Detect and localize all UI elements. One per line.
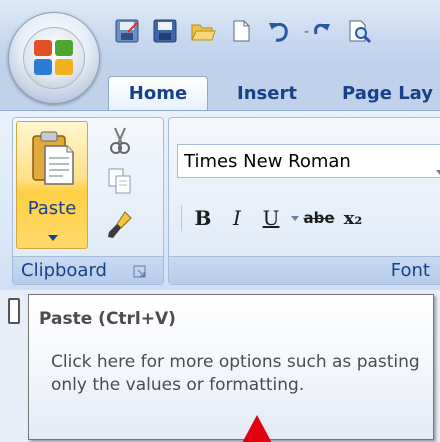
clipboard-group: Paste Clipboard	[12, 117, 164, 285]
bold-button[interactable]: B	[186, 202, 220, 234]
tooltip-title: Paste (Ctrl+V)	[39, 309, 176, 329]
paste-label: Paste	[27, 198, 77, 219]
font-name-combo[interactable]: Times New Roman	[177, 144, 440, 178]
undo-icon[interactable]	[266, 18, 292, 44]
tab-home[interactable]: Home	[108, 76, 208, 110]
tab-page-layout[interactable]: Page Lay	[330, 76, 440, 110]
copy-icon[interactable]	[105, 166, 135, 196]
font-group-label: Font	[169, 256, 440, 284]
paste-tooltip: Paste (Ctrl+V) Click here for more optio…	[28, 294, 434, 440]
save-icon[interactable]	[152, 18, 178, 44]
new-document-icon[interactable]	[228, 18, 254, 44]
print-preview-icon[interactable]	[346, 18, 372, 44]
tooltip-body: Click here for more options such as past…	[51, 352, 420, 395]
annotation-arrow-icon	[242, 415, 272, 442]
italic-button[interactable]: I	[220, 202, 254, 234]
font-label-text: Font	[390, 260, 430, 281]
clipboard-label-text: Clipboard	[21, 260, 107, 281]
strikethrough-button[interactable]: abe	[302, 202, 336, 234]
divider	[181, 205, 182, 231]
format-buttons-row: B I U abe x₂	[177, 200, 370, 236]
redo-icon[interactable]: -	[304, 18, 334, 44]
format-painter-icon[interactable]	[105, 210, 135, 240]
cut-icon[interactable]	[105, 126, 135, 156]
save-as-icon[interactable]	[114, 18, 140, 44]
dialog-launcher-icon[interactable]	[133, 263, 147, 278]
chevron-down-icon[interactable]	[48, 226, 58, 241]
font-name-value: Times New Roman	[184, 150, 351, 172]
underline-dropdown-icon[interactable]	[288, 202, 302, 234]
office-button[interactable]	[8, 12, 100, 104]
office-button-icon	[34, 40, 76, 78]
ribbon: Paste Clipboard Times New Roman B I U ab…	[0, 110, 440, 290]
clipboard-group-label: Clipboard	[13, 256, 163, 284]
tab-insert[interactable]: Insert	[222, 76, 312, 110]
tab-stop-marker[interactable]	[8, 298, 20, 324]
subscript-button[interactable]: x₂	[336, 202, 370, 234]
office-button-inner	[23, 27, 85, 89]
chevron-down-icon[interactable]	[436, 159, 440, 175]
quick-access-toolbar: -	[100, 14, 440, 48]
paste-icon	[31, 130, 75, 186]
font-group: Times New Roman B I U abe x₂ Font	[168, 117, 440, 285]
paste-button[interactable]: Paste	[16, 121, 88, 249]
open-folder-icon[interactable]	[190, 18, 216, 44]
underline-button[interactable]: U	[254, 202, 288, 234]
svg-text:-: -	[304, 24, 309, 40]
